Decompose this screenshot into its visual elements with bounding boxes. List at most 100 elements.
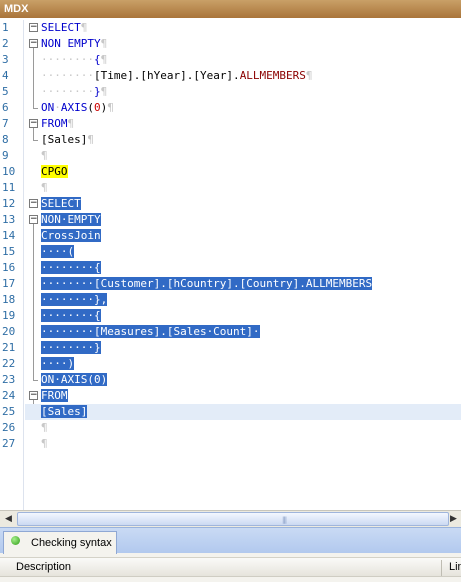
- code-line[interactable]: CrossJoin: [41, 228, 101, 244]
- line-number: 3: [2, 53, 9, 66]
- code-token: EMPTY: [67, 37, 101, 50]
- column-separator[interactable]: [441, 560, 442, 576]
- code-line[interactable]: ········{: [41, 308, 101, 324]
- code-line[interactable]: ········[Time].[hYear].[Year].ALLMEMBERS…: [41, 68, 313, 84]
- code-token: [Sales]: [41, 405, 88, 418]
- tab-checking-syntax[interactable]: Checking syntax: [3, 531, 117, 554]
- line-number: 8: [2, 133, 9, 146]
- code-token: ········[Measures].[Sales·Count]·: [41, 325, 260, 338]
- code-token: CPGO: [41, 165, 68, 178]
- code-token: ¶: [80, 21, 88, 34]
- code-token: FROM: [41, 389, 68, 402]
- code-token: ¶: [107, 101, 114, 114]
- code-token: SELECT: [41, 21, 81, 34]
- code-line[interactable]: ····): [41, 356, 75, 372]
- scroll-right-icon[interactable]: ▶: [446, 512, 461, 526]
- code-line[interactable]: SELECT¶: [41, 20, 87, 36]
- code-line[interactable]: ON·AXIS(0)¶: [41, 100, 114, 116]
- code-token: ON: [41, 101, 55, 114]
- code-token: ········},: [41, 293, 108, 306]
- code-editor[interactable]: 1 2 3 4 5 6 7 8 9 10 11 12 13 14 15 16 17 18 19 20 21 22 23 24 2…: [0, 20, 461, 510]
- grip-icon: |||: [282, 516, 287, 524]
- code-token: ·: [54, 101, 61, 114]
- line-number: 17: [2, 277, 16, 290]
- code-token: [Time].[hYear].[Year].: [93, 69, 240, 82]
- horizontal-scrollbar[interactable]: ◀ ||| ▶: [0, 510, 461, 527]
- fold-toggle-icon[interactable]: −: [29, 23, 38, 32]
- code-token: ON·AXIS(0): [41, 373, 108, 386]
- line-number: 21: [2, 341, 16, 354]
- code-token: ········{: [41, 261, 101, 274]
- code-token: ¶: [100, 53, 108, 66]
- fold-toggle-icon[interactable]: −: [29, 39, 38, 48]
- line-number: 23: [2, 373, 16, 386]
- code-line[interactable]: ········{: [41, 260, 101, 276]
- code-token: ········: [41, 53, 94, 66]
- column-header-description[interactable]: Description: [16, 558, 71, 577]
- fold-guide-end: [33, 108, 38, 109]
- code-token: ¶: [41, 149, 48, 162]
- code-line[interactable]: ¶: [41, 148, 48, 164]
- fold-toggle-icon[interactable]: −: [29, 119, 38, 128]
- code-token: ········: [41, 69, 94, 82]
- output-tabstrip: Checking syntax: [0, 527, 461, 554]
- scrollbar-thumb[interactable]: |||: [17, 512, 449, 526]
- line-number: 11: [2, 181, 16, 194]
- code-token: ········: [41, 85, 94, 98]
- code-line[interactable]: ¶: [41, 420, 48, 436]
- code-line[interactable]: FROM: [41, 388, 68, 404]
- line-number: 25: [2, 405, 16, 418]
- line-number: 2: [2, 37, 9, 50]
- line-number: 15: [2, 245, 16, 258]
- code-line[interactable]: NON EMPTY¶: [41, 36, 107, 52]
- line-number: 13: [2, 213, 16, 226]
- code-token: ¶: [67, 117, 75, 130]
- fold-guide-end: [33, 140, 38, 141]
- line-number: 14: [2, 229, 16, 242]
- code-token: {: [93, 53, 101, 66]
- code-line[interactable]: ····(: [41, 244, 75, 260]
- line-number: 26: [2, 421, 16, 434]
- code-token: ¶: [100, 85, 108, 98]
- current-line-highlight: [25, 404, 461, 420]
- column-header-line[interactable]: Lin: [449, 558, 461, 577]
- line-number: 18: [2, 293, 16, 306]
- code-line[interactable]: ········[Customer].[hCountry].[Country].…: [41, 276, 373, 292]
- code-token: ········[Customer].[hCountry].[Country].…: [41, 277, 373, 290]
- code-line[interactable]: [Sales]: [41, 404, 88, 420]
- code-token: ····(: [41, 245, 75, 258]
- code-token: ········}: [41, 341, 101, 354]
- code-line[interactable]: ········}¶: [41, 84, 107, 100]
- code-line[interactable]: SELECT: [41, 196, 81, 212]
- line-number: 19: [2, 309, 16, 322]
- code-line[interactable]: ········[Measures].[Sales·Count]·: [41, 324, 260, 340]
- code-line[interactable]: ¶: [41, 436, 48, 452]
- code-token: CrossJoin: [41, 229, 101, 242]
- code-token: (: [87, 101, 94, 114]
- code-line[interactable]: FROM¶: [41, 116, 74, 132]
- fold-toggle-icon[interactable]: −: [29, 391, 38, 400]
- code-line[interactable]: CPGO: [41, 164, 68, 180]
- code-line[interactable]: NON·EMPTY: [41, 212, 101, 228]
- code-line[interactable]: ¶: [41, 180, 48, 196]
- fold-guide-end: [33, 380, 38, 381]
- code-token: AXIS: [60, 101, 88, 114]
- code-line[interactable]: ········{¶: [41, 52, 107, 68]
- code-token: ········{: [41, 309, 101, 322]
- tab-label: Checking syntax: [31, 537, 112, 549]
- fold-toggle-icon[interactable]: −: [29, 215, 38, 224]
- code-token: 0: [94, 101, 101, 114]
- code-token: SELECT: [41, 197, 81, 210]
- scroll-left-icon[interactable]: ◀: [1, 512, 16, 526]
- code-line[interactable]: ········},: [41, 292, 108, 308]
- code-line[interactable]: [Sales]¶: [41, 132, 94, 148]
- code-token: ¶: [41, 181, 48, 194]
- line-number: 1: [2, 21, 9, 34]
- line-number: 10: [2, 165, 16, 178]
- code-token: ¶: [305, 69, 313, 82]
- code-token: NON·EMPTY: [41, 213, 101, 226]
- fold-toggle-icon[interactable]: −: [29, 199, 38, 208]
- code-line[interactable]: ON·AXIS(0): [41, 372, 108, 388]
- code-line[interactable]: ········}: [41, 340, 101, 356]
